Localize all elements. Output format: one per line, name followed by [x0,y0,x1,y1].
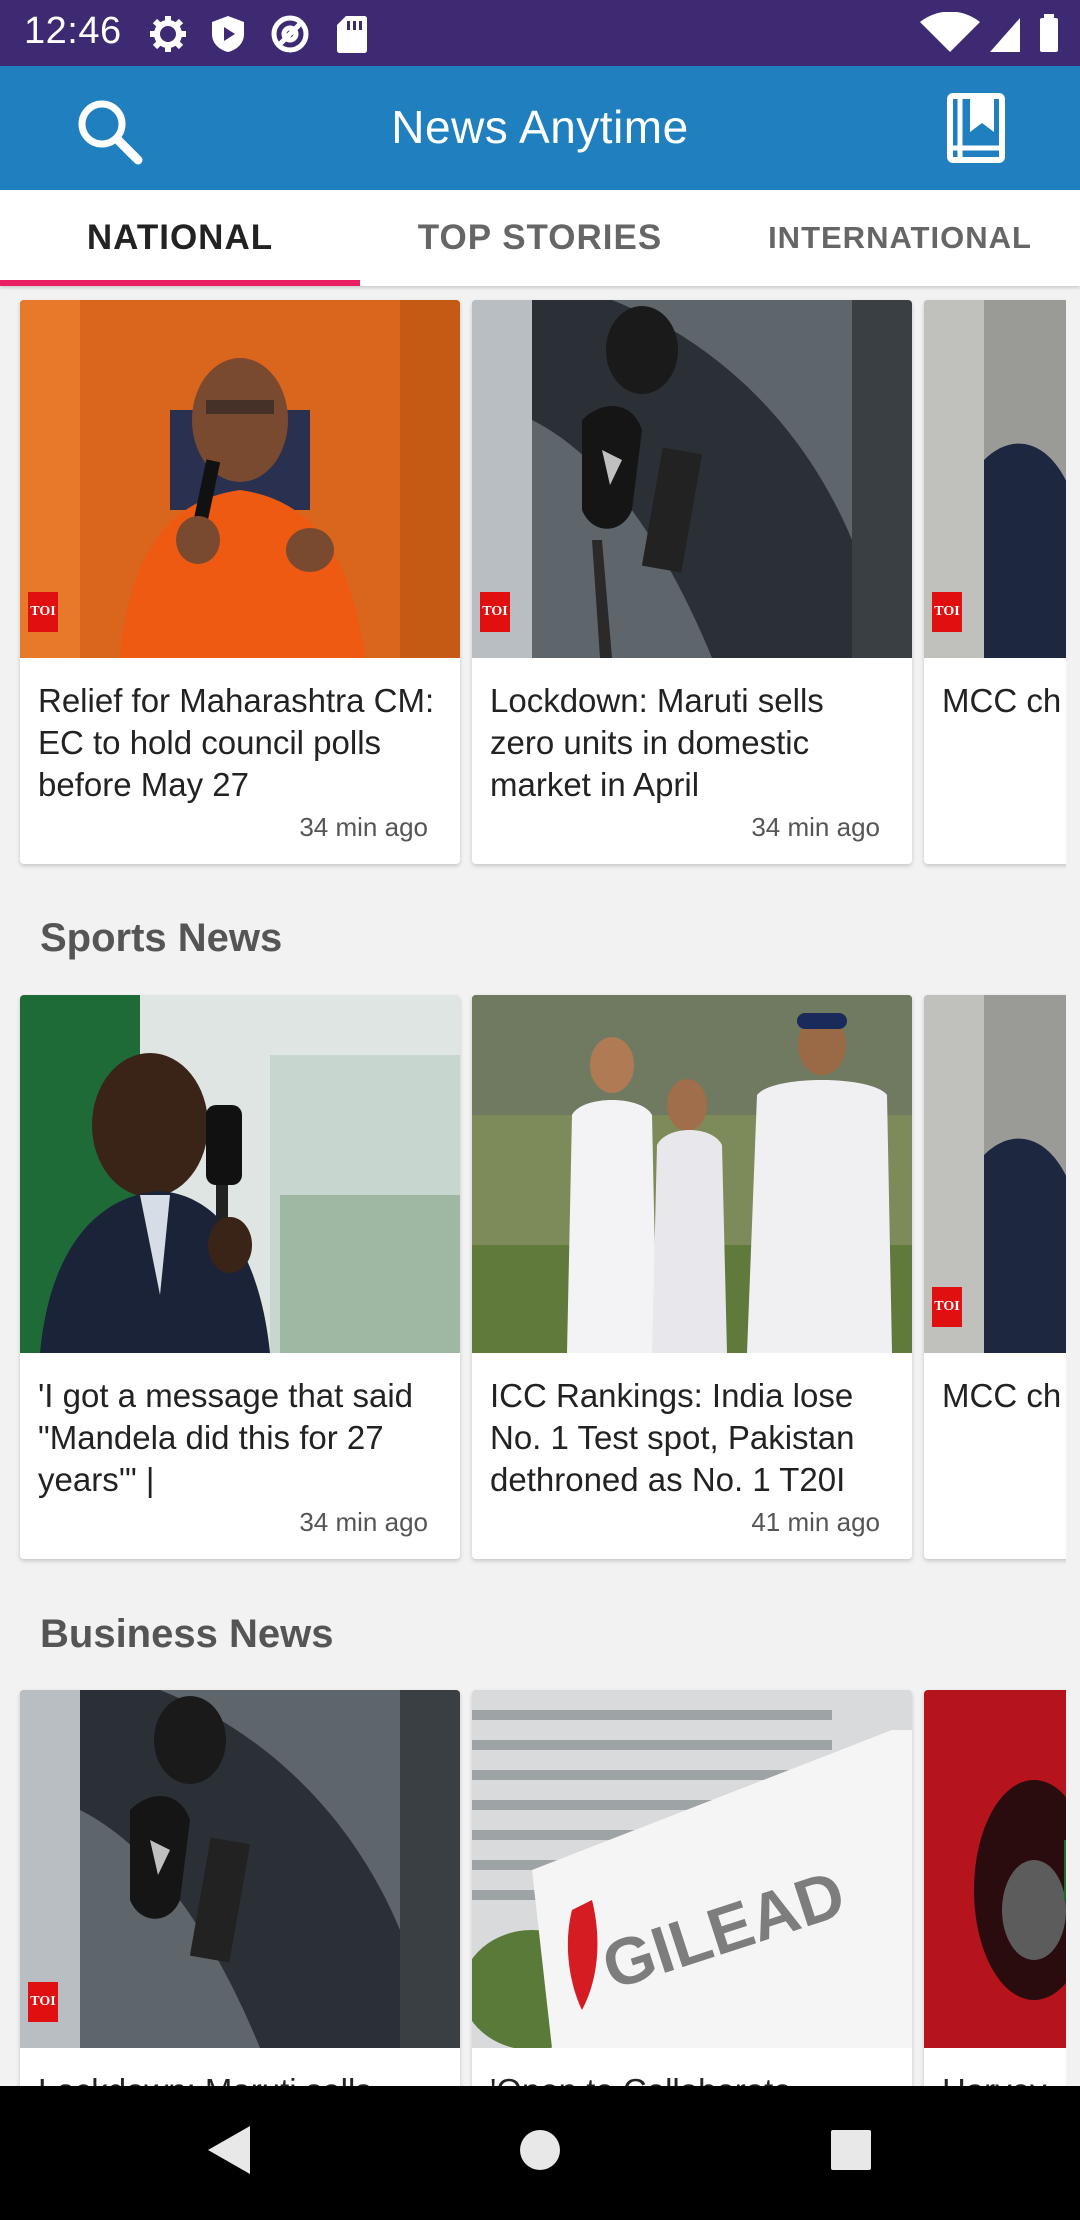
toi-badge: TOI [480,592,510,632]
news-card[interactable]: TOI MCC ch Sangakl England [924,995,1066,1559]
recents-icon[interactable] [828,2122,874,2178]
toi-badge: TOI [932,592,962,632]
news-card[interactable]: TOI MCC ch Sangakl England [924,300,1066,864]
card-image [20,995,460,1353]
sd-card-icon [337,16,367,53]
card-title: MCC ch Sangakl England [942,682,1066,719]
toi-badge: TOI [932,1287,962,1327]
news-card[interactable]: TOI Relief for Maharashtra CM: EC to hol… [20,300,460,864]
news-card[interactable]: TOI Lockdown: Maruti sells [20,1690,460,2086]
card-time: 34 min ago [751,812,880,842]
toi-badge: TOI [28,592,58,632]
news-card[interactable]: TOI Lockdown: Maruti sells zero units in… [472,300,912,864]
tab-bar: NATIONAL TOP STORIES INTERNATIONAL [0,190,1080,286]
app-title: News Anytime [391,101,689,153]
news-card[interactable]: 'I got a message that said "Mandela did … [20,995,460,1559]
tab-international[interactable]: INTERNATIONAL [720,190,1080,286]
bookmark-icon[interactable] [946,92,1010,164]
status-bar: 12:46 [0,0,1080,66]
status-time: 12:46 [24,10,122,52]
shield-play-icon [212,16,244,52]
tab-indicator [0,280,360,286]
card-title: 'Open to Collaborate [490,2070,890,2086]
battery-icon [1040,18,1058,52]
toi-badge: TOI [28,1982,58,2022]
card-image: GILEAD [472,1690,912,2048]
card-image [20,300,460,658]
news-card[interactable]: Harvey [924,1690,1066,2086]
home-icon[interactable] [518,2122,562,2178]
card-title: Harvey [942,2070,1066,2086]
card-title: Relief for Maharashtra CM: EC to hold co… [38,682,435,803]
signal-icon [990,18,1020,52]
wifi-icon [920,12,980,52]
at-icon [271,15,309,53]
section-title-sports: Sports News [40,916,283,960]
gear-icon [150,16,186,52]
nav-bar [0,2086,1080,2220]
news-feed[interactable]: TOI Relief for Maharashtra CM: EC to hol… [0,290,1066,2086]
card-title: Lockdown: Maruti sells [38,2070,438,2086]
section-title-business: Business News [40,1612,334,1656]
status-right-icons [920,12,1058,52]
tab-national[interactable]: NATIONAL [0,190,360,286]
tab-top-stories[interactable]: TOP STORIES [360,190,720,286]
news-card[interactable]: GILEAD 'Open to Collaborate [472,1690,912,2086]
card-title: MCC ch Sangakl England [942,1377,1066,1414]
card-image [472,300,912,658]
card-title: 'I got a message that said "Mandela did … [38,1377,414,1498]
card-time: 41 min ago [751,1507,880,1537]
card-time: 34 min ago [299,1507,428,1537]
card-title: ICC Rankings: India lose No. 1 Test spot… [490,1377,855,1498]
card-image [472,995,912,1353]
app-bar: News Anytime [0,66,1080,190]
card-image [20,1690,460,2048]
news-card[interactable]: ICC Rankings: India lose No. 1 Test spot… [472,995,912,1559]
card-image [924,1690,1066,2048]
back-icon[interactable] [204,2122,254,2178]
card-time: 34 min ago [299,812,428,842]
card-title: Lockdown: Maruti sells zero units in dom… [490,682,824,803]
